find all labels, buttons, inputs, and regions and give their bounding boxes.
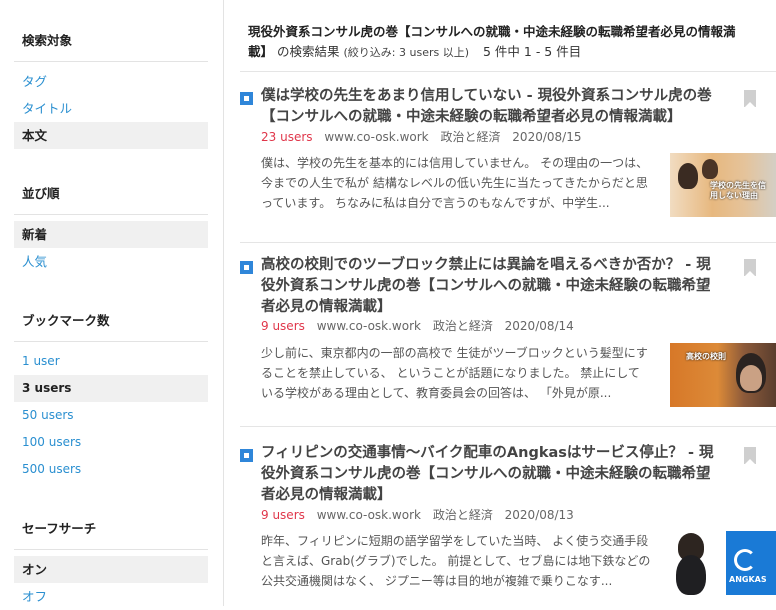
search-target-title[interactable]: タイトル — [14, 95, 208, 122]
result-meta: 9 users www.co-osk.work 政治と経済 2020/08/13 — [261, 506, 582, 523]
result-date: 2020/08/14 — [504, 319, 574, 333]
result-meta: 9 users www.co-osk.work 政治と経済 2020/08/14 — [261, 317, 582, 334]
bookmark-count-section: ブックマーク数 1 user 3 users 50 users 100 user… — [14, 310, 208, 483]
filter-sidebar: 検索対象 タグ タイトル 本文 並び順 新着 人気 ブックマーク数 1 user… — [0, 0, 224, 606]
header-divider — [240, 71, 776, 72]
bookmark-icon[interactable] — [744, 259, 756, 277]
thumbnail-caption: 高校の校則 — [686, 352, 726, 361]
result-thumbnail[interactable]: 高校の校則 — [670, 343, 776, 407]
result-snippet: 僕は、学校の先生を基本的には信用していません。 その理由の一つは、今までの人生で… — [261, 156, 649, 210]
result-category[interactable]: 政治と経済 — [433, 319, 493, 333]
bookmark-filter-500[interactable]: 500 users — [14, 456, 208, 483]
angkas-logo-icon — [734, 549, 756, 571]
result-category[interactable]: 政治と経済 — [433, 508, 493, 522]
result-divider — [240, 426, 776, 427]
sort-newest[interactable]: 新着 — [14, 221, 208, 248]
site-favicon-icon — [240, 92, 253, 105]
result-item: フィリピンの交通事情～バイク配車のAngkasはサービス停止？ - 現役外資系コ… — [240, 443, 776, 606]
result-snippet: 昨年、フィリピンに短期の語学留学をしていた当時、 よく使う交通手段と言えば、Gr… — [261, 534, 651, 588]
thumbnail-figure — [702, 159, 718, 179]
results-header: 現役外資系コンサル虎の巻【コンサルへの就職・中途未経験の転職希望者必見の情報満載… — [248, 22, 748, 63]
result-category[interactable]: 政治と経済 — [440, 130, 500, 144]
result-meta: 23 users www.co-osk.work 政治と経済 2020/08/1… — [261, 128, 589, 145]
result-title-link[interactable]: フィリピンの交通事情～バイク配車のAngkasはサービス停止？ - 現役外資系コ… — [261, 443, 721, 506]
search-results-page: 検索対象 タグ タイトル 本文 並び順 新着 人気 ブックマーク数 1 user… — [0, 0, 776, 606]
search-target-heading: 検索対象 — [14, 30, 208, 62]
safesearch-section: セーフサーチ オン オフ — [14, 518, 208, 610]
result-date: 2020/08/15 — [512, 130, 582, 144]
bookmark-filter-100[interactable]: 100 users — [14, 429, 208, 456]
result-thumbnail[interactable]: ANGKAS — [670, 531, 776, 595]
result-date: 2020/08/13 — [504, 508, 574, 522]
safesearch-on[interactable]: オン — [14, 556, 208, 583]
result-title-link[interactable]: 僕は学校の先生をあまり信用していない - 現役外資系コンサル虎の巻【コンサルへの… — [261, 86, 721, 128]
thumbnail-figure — [678, 163, 698, 189]
sort-heading: 並び順 — [14, 183, 208, 215]
bookmark-users-link[interactable]: 9 users — [261, 319, 305, 333]
bookmark-users-link[interactable]: 23 users — [261, 130, 313, 144]
thumbnail-caption: 学校の先生を信用しない理由 — [710, 181, 766, 200]
search-target-section: 検索対象 タグ タイトル 本文 — [14, 30, 208, 149]
result-thumbnail[interactable]: 学校の先生を信用しない理由 — [670, 153, 776, 217]
filter-note: (絞り込み: 3 users 以上) — [343, 46, 470, 59]
sort-section: 並び順 新着 人気 — [14, 183, 208, 275]
angkas-logo-text: ANGKAS — [729, 575, 767, 584]
angkas-logo-panel: ANGKAS — [726, 531, 776, 595]
sort-popular[interactable]: 人気 — [14, 248, 208, 275]
site-favicon-icon — [240, 449, 253, 462]
results-main: 現役外資系コンサル虎の巻【コンサルへの就職・中途未経験の転職希望者必見の情報満載… — [224, 0, 776, 606]
thumbnail-figure — [676, 555, 706, 595]
bookmark-users-link[interactable]: 9 users — [261, 508, 305, 522]
bookmark-filter-3[interactable]: 3 users — [14, 375, 208, 402]
result-domain[interactable]: www.co-osk.work — [317, 508, 421, 522]
result-snippet: 少し前に、東京都内の一部の高校で 生徒がツーブロックという髪型にすることを禁止し… — [261, 346, 648, 400]
search-target-tag[interactable]: タグ — [14, 68, 208, 95]
site-favicon-icon — [240, 261, 253, 274]
bookmark-count-heading: ブックマーク数 — [14, 310, 208, 342]
safesearch-heading: セーフサーチ — [14, 518, 208, 550]
search-target-body[interactable]: 本文 — [14, 122, 208, 149]
bookmark-icon[interactable] — [744, 90, 756, 108]
result-title-link[interactable]: 高校の校則でのツーブロック禁止には異論を唱えるべきか否か？ - 現役外資系コンサ… — [261, 255, 721, 318]
thumbnail-figure — [740, 365, 762, 391]
result-divider — [240, 242, 776, 243]
bookmark-filter-1[interactable]: 1 user — [14, 348, 208, 375]
result-item: 僕は学校の先生をあまり信用していない - 現役外資系コンサル虎の巻【コンサルへの… — [240, 86, 776, 243]
results-suffix: の検索結果 — [277, 44, 340, 59]
result-count: 5 件中 1 - 5 件目 — [483, 44, 582, 59]
bookmark-filter-50[interactable]: 50 users — [14, 402, 208, 429]
result-item: 高校の校則でのツーブロック禁止には異論を唱えるべきか否か？ - 現役外資系コンサ… — [240, 255, 776, 427]
result-domain[interactable]: www.co-osk.work — [324, 130, 428, 144]
bookmark-icon[interactable] — [744, 447, 756, 465]
result-domain[interactable]: www.co-osk.work — [317, 319, 421, 333]
